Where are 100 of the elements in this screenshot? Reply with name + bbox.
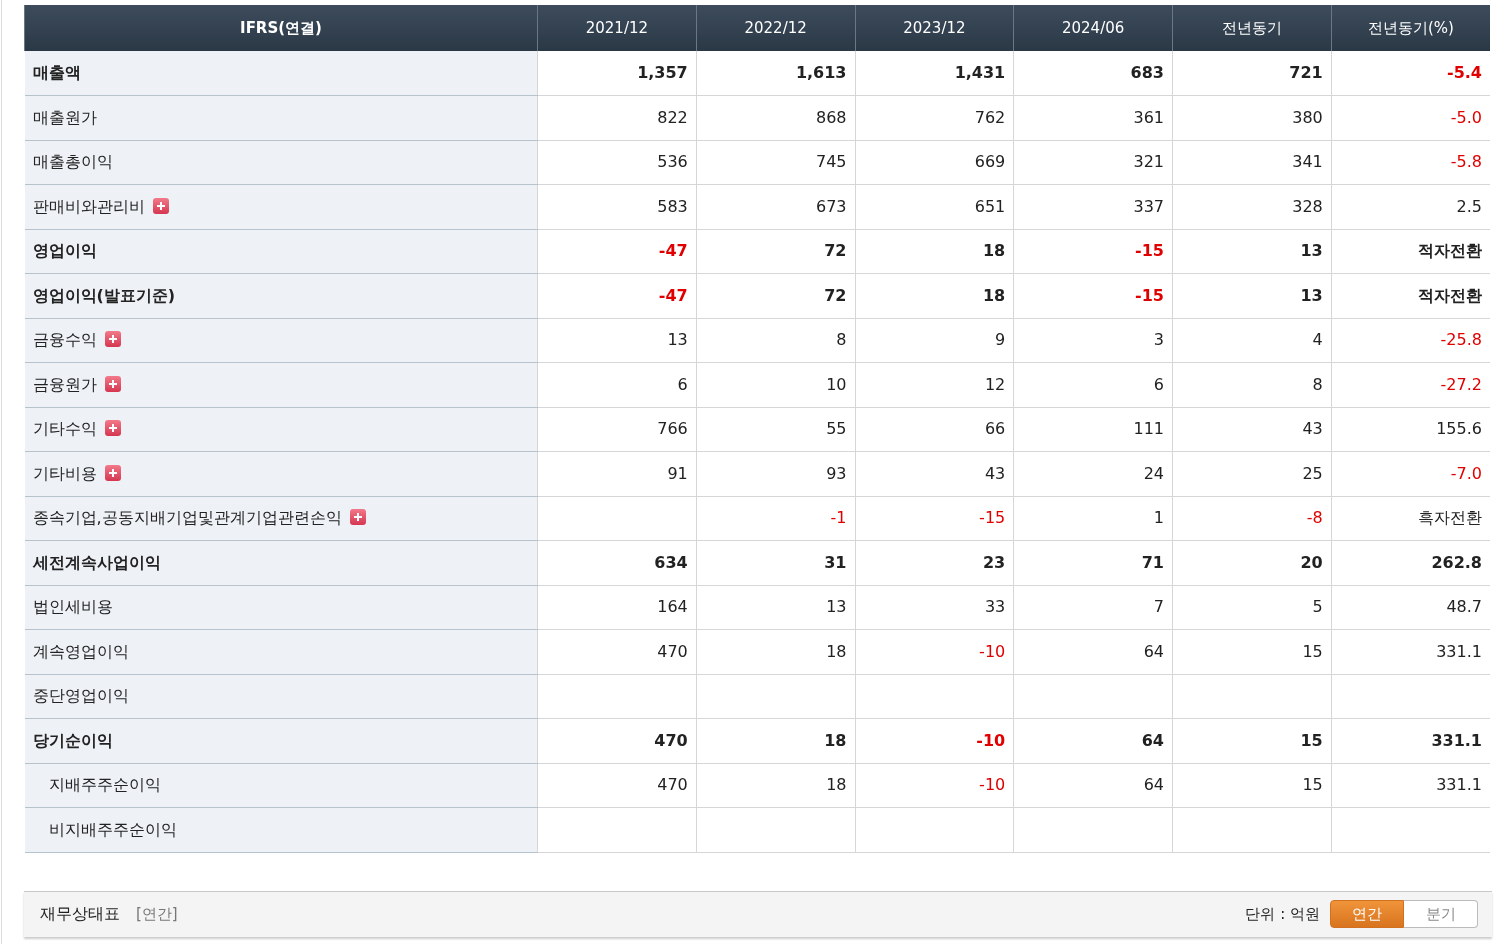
table-cell: -5.4 bbox=[1331, 51, 1490, 96]
table-cell: 8 bbox=[696, 318, 855, 363]
table-cell: 72 bbox=[696, 229, 855, 274]
table-cell: 적자전환 bbox=[1331, 273, 1490, 318]
table-cell: 15 bbox=[1172, 718, 1332, 763]
row-label: 계속영업이익 bbox=[24, 629, 538, 674]
table-cell: 15 bbox=[1172, 629, 1332, 674]
table-cell: 18 bbox=[696, 718, 855, 763]
table-cell: -10 bbox=[855, 718, 1014, 763]
table-cell: 64 bbox=[1013, 763, 1173, 808]
table-cell: -7.0 bbox=[1331, 451, 1490, 496]
table-cell: 13 bbox=[1172, 273, 1332, 318]
row-label: 영업이익 bbox=[24, 229, 538, 274]
table-cell: -25.8 bbox=[1331, 318, 1490, 363]
row-label: 매출액 bbox=[24, 51, 538, 96]
row-label: 비지배주주순이익 bbox=[24, 807, 538, 852]
table-cell: 766 bbox=[537, 407, 697, 452]
expand-plus-icon[interactable] bbox=[104, 420, 121, 437]
table-cell: 673 bbox=[696, 184, 855, 229]
row-label: 기타비용 bbox=[24, 451, 538, 496]
table-cell: 651 bbox=[855, 184, 1014, 229]
table-cell: 470 bbox=[537, 763, 697, 808]
expand-plus-icon[interactable] bbox=[104, 331, 121, 348]
table-cell: 331.1 bbox=[1331, 718, 1490, 763]
table-cell: 470 bbox=[537, 718, 697, 763]
period-toggle[interactable]: 연간 bbox=[1330, 900, 1404, 928]
table-cell: 1,431 bbox=[855, 51, 1014, 96]
table-cell: 18 bbox=[696, 763, 855, 808]
expand-plus-icon[interactable] bbox=[104, 375, 121, 392]
table-cell: 1 bbox=[1013, 496, 1173, 541]
row-label: 종속기업,공동지배기업및관계기업관련손익 bbox=[24, 496, 538, 541]
table-cell: 328 bbox=[1172, 184, 1332, 229]
column-header: 전년동기(%) bbox=[1331, 5, 1490, 51]
table-cell: 13 bbox=[696, 585, 855, 630]
table-cell: 7 bbox=[1013, 585, 1173, 630]
table-cell: 23 bbox=[855, 540, 1014, 585]
row-label: 중단영업이익 bbox=[24, 674, 538, 719]
table-cell: 18 bbox=[696, 629, 855, 674]
row-label: 매출원가 bbox=[24, 95, 538, 140]
column-header: 전년동기 bbox=[1172, 5, 1332, 51]
table-cell: -5.0 bbox=[1331, 95, 1490, 140]
table-cell: 흑자전환 bbox=[1331, 496, 1490, 541]
expand-plus-icon[interactable] bbox=[104, 464, 121, 481]
table-cell: 10 bbox=[696, 362, 855, 407]
table-cell: 583 bbox=[537, 184, 697, 229]
table-cell: 361 bbox=[1013, 95, 1173, 140]
table-cell: 43 bbox=[1172, 407, 1332, 452]
table-cell: 822 bbox=[537, 95, 697, 140]
expand-plus-icon[interactable] bbox=[349, 509, 366, 526]
column-header: 2024/06 bbox=[1013, 5, 1173, 51]
column-header: IFRS(연결) bbox=[24, 5, 538, 51]
table-cell: 262.8 bbox=[1331, 540, 1490, 585]
table-cell: 634 bbox=[537, 540, 697, 585]
table-cell: -27.2 bbox=[1331, 362, 1490, 407]
row-label: 지배주주순이익 bbox=[24, 763, 538, 808]
table-cell: 31 bbox=[696, 540, 855, 585]
table-cell: 4 bbox=[1172, 318, 1332, 363]
table-cell: 9 bbox=[855, 318, 1014, 363]
table-cell: 683 bbox=[1013, 51, 1173, 96]
table-cell: 93 bbox=[696, 451, 855, 496]
table-cell: -15 bbox=[1013, 229, 1173, 274]
row-label: 판매비와관리비 bbox=[24, 184, 538, 229]
table-cell: 72 bbox=[696, 273, 855, 318]
table-cell: 721 bbox=[1172, 51, 1332, 96]
table-cell: 64 bbox=[1013, 718, 1173, 763]
table-cell: 155.6 bbox=[1331, 407, 1490, 452]
table-cell: 337 bbox=[1013, 184, 1173, 229]
table-cell: 20 bbox=[1172, 540, 1332, 585]
expand-plus-icon[interactable] bbox=[152, 197, 169, 214]
table-cell: 66 bbox=[855, 407, 1014, 452]
table-cell: -5.8 bbox=[1331, 140, 1490, 185]
table-cell: 1,613 bbox=[696, 51, 855, 96]
table-cell: -8 bbox=[1172, 496, 1332, 541]
table-cell: 868 bbox=[696, 95, 855, 140]
table-cell: 321 bbox=[1013, 140, 1173, 185]
row-label: 당기순이익 bbox=[24, 718, 538, 763]
period-label: [연간] bbox=[136, 903, 178, 925]
table-cell: -47 bbox=[537, 229, 697, 274]
table-cell: -15 bbox=[1013, 273, 1173, 318]
table-cell: 5 bbox=[1172, 585, 1332, 630]
table-cell: 48.7 bbox=[1331, 585, 1490, 630]
column-header: 2022/12 bbox=[696, 5, 855, 51]
table-cell: 25 bbox=[1172, 451, 1332, 496]
table-cell: 536 bbox=[537, 140, 697, 185]
table-cell: 18 bbox=[855, 273, 1014, 318]
table-cell: 13 bbox=[537, 318, 697, 363]
table-cell: 43 bbox=[855, 451, 1014, 496]
unit-label: 단위 : 억원 bbox=[1245, 903, 1320, 925]
column-header: 2021/12 bbox=[537, 5, 697, 51]
table-cell: 669 bbox=[855, 140, 1014, 185]
table-cell: 380 bbox=[1172, 95, 1332, 140]
row-label: 영업이익(발표기준) bbox=[24, 273, 538, 318]
table-cell: -15 bbox=[855, 496, 1014, 541]
table-cell: 18 bbox=[855, 229, 1014, 274]
period-toggle[interactable]: 분기 bbox=[1404, 900, 1478, 928]
row-label: 매출총이익 bbox=[24, 140, 538, 185]
table-cell: -1 bbox=[696, 496, 855, 541]
table-cell: 6 bbox=[1013, 362, 1173, 407]
table-cell: -47 bbox=[537, 273, 697, 318]
table-cell: 762 bbox=[855, 95, 1014, 140]
